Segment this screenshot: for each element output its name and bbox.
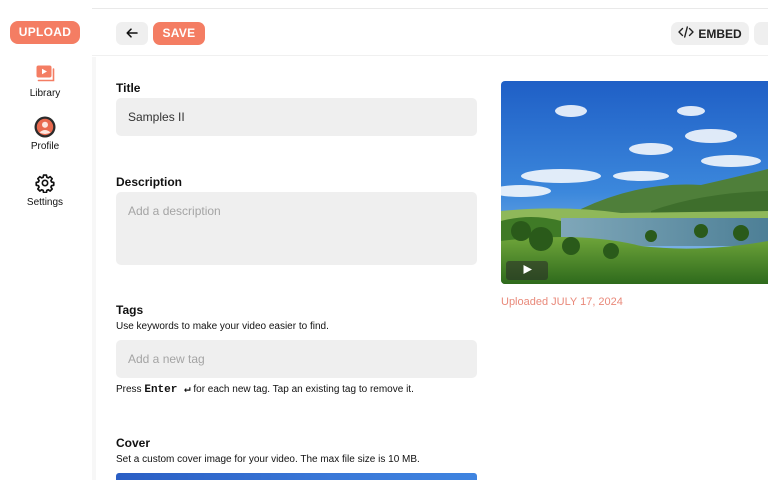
- sidebar-item-label: Library: [29, 88, 61, 99]
- play-button[interactable]: [506, 261, 548, 280]
- video-thumbnail[interactable]: [501, 81, 768, 284]
- embed-button[interactable]: EMBED: [671, 22, 749, 45]
- title-label: Title: [116, 81, 141, 95]
- editor-toolbar: SAVE EMBED: [92, 10, 768, 56]
- embed-button-label: EMBED: [698, 26, 742, 41]
- tags-hint-prefix: Press: [116, 384, 142, 395]
- sidebar-item-profile[interactable]: Profile: [0, 116, 90, 152]
- tags-input[interactable]: [116, 340, 477, 378]
- app-window: UPLOAD Library Profile Settings SAVE EMB…: [0, 0, 768, 480]
- play-icon: [522, 263, 533, 278]
- top-divider: [0, 8, 768, 9]
- library-icon: [34, 63, 56, 85]
- code-icon: [678, 26, 695, 41]
- sidebar-item-library[interactable]: Library: [0, 63, 90, 99]
- title-input[interactable]: [116, 98, 477, 136]
- content-gutter: [92, 57, 96, 480]
- description-label: Description: [116, 175, 183, 189]
- save-button[interactable]: SAVE: [153, 22, 205, 45]
- enter-key-hint: Enter ↵: [144, 384, 191, 396]
- gear-icon: [34, 172, 56, 194]
- tags-hint-suffix: for each new tag. Tap an existing tag to…: [193, 384, 414, 395]
- description-input[interactable]: [116, 192, 477, 265]
- landscape-thumbnail-image: [501, 81, 768, 284]
- tags-hint: Press Enter ↵ for each new tag. Tap an e…: [116, 382, 414, 396]
- upload-button[interactable]: UPLOAD: [10, 21, 80, 44]
- uploaded-date: Uploaded JULY 17, 2024: [501, 296, 623, 308]
- avatar: [34, 116, 56, 138]
- more-button[interactable]: [754, 22, 768, 45]
- sidebar-item-settings[interactable]: Settings: [0, 172, 90, 208]
- sidebar-item-label: Settings: [26, 197, 64, 208]
- tags-helper-text: Use keywords to make your video easier t…: [116, 321, 329, 332]
- cover-helper-text: Set a custom cover image for your video.…: [116, 454, 420, 465]
- sidebar: UPLOAD Library Profile Settings: [0, 0, 92, 480]
- arrow-left-icon: [126, 26, 138, 41]
- back-button[interactable]: [116, 22, 148, 45]
- cover-image-preview[interactable]: [116, 473, 477, 480]
- tags-label: Tags: [116, 303, 144, 317]
- cover-label: Cover: [116, 436, 151, 450]
- sidebar-item-label: Profile: [30, 141, 60, 152]
